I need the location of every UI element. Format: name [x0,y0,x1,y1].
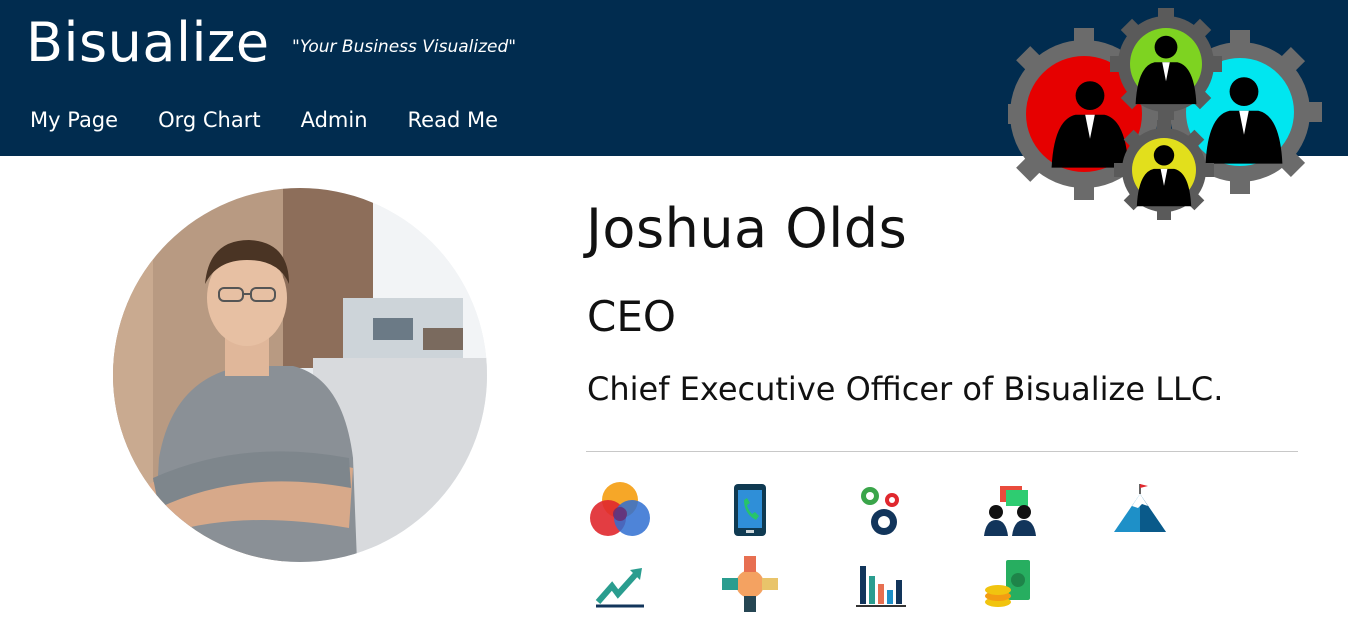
nav-my-page[interactable]: My Page [30,106,118,134]
mountain-flag-icon[interactable] [1108,478,1172,542]
nav-admin[interactable]: Admin [301,106,368,134]
gears-icon[interactable] [848,478,912,542]
main-nav: My Page Org Chart Admin Read Me [30,106,538,134]
skills-icon-grid [588,478,1248,618]
bar-chart-icon[interactable] [848,552,912,616]
smartphone-call-icon[interactable] [718,478,782,542]
coins-money-icon[interactable] [978,552,1042,616]
section-divider [586,451,1298,452]
gears-team-logo [1008,8,1322,220]
profile-photo [113,188,487,562]
profile-description: Chief Executive Officer of Bisualize LLC… [587,370,1224,408]
profile-role: CEO [587,292,676,341]
nav-read-me[interactable]: Read Me [408,106,498,134]
teamwork-hands-icon[interactable] [718,552,782,616]
profile-name: Joshua Olds [586,197,908,260]
trend-growth-icon[interactable] [588,552,652,616]
brand-title[interactable]: Bisualize [26,10,270,76]
business-people-meeting-icon[interactable] [978,478,1042,542]
nav-org-chart[interactable]: Org Chart [158,106,261,134]
brand-tagline: "Your Business Visualized" [292,37,517,57]
venn-diagram-icon[interactable] [588,478,652,542]
